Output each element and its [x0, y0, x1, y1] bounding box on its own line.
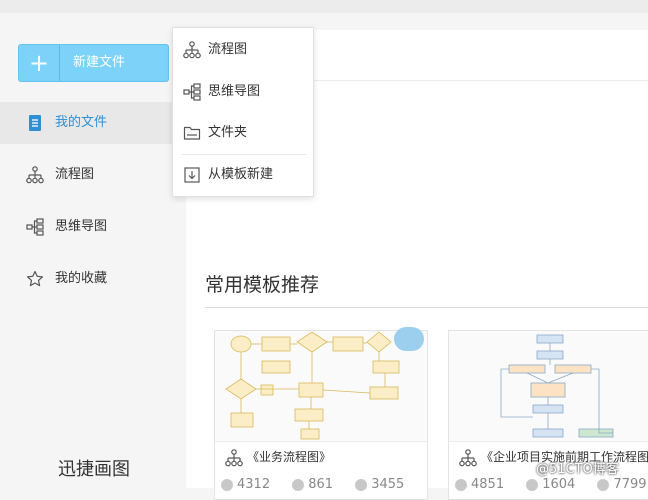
stars-stat: 861: [292, 477, 333, 492]
menu-item-label: 思维导图: [208, 84, 261, 99]
template-stats: 4851 1604 7799: [455, 477, 648, 492]
watermark: @51CTO博客: [536, 462, 619, 477]
flowchart-icon: [459, 449, 477, 467]
eye-icon: [221, 478, 233, 491]
edits-stat: 3455: [355, 477, 404, 492]
scroll-handle[interactable]: [394, 327, 424, 351]
document-icon: [29, 115, 41, 131]
menu-item-folder[interactable]: 文件夹: [173, 115, 313, 151]
stars-stat: 1604: [526, 477, 575, 492]
menu-item-label: 流程图: [208, 42, 248, 57]
flowchart-preview: [500, 334, 614, 438]
template-title: 《业务流程图》: [247, 450, 332, 464]
sidebar-item-label: 思维导图: [55, 219, 108, 234]
mindmap-icon: [26, 218, 44, 236]
plus-icon: +: [28, 49, 50, 77]
folder-icon: [183, 126, 201, 140]
sidebar-item-label: 我的收藏: [55, 271, 108, 286]
template-thumbnail: [449, 331, 648, 442]
eye-icon: [455, 478, 467, 491]
new-file-label: 新建文件: [73, 55, 126, 70]
menu-item-from-template[interactable]: 从模板新建: [173, 157, 313, 193]
template-stats: 4312 861 3455: [221, 477, 422, 492]
stars-count: 861: [308, 477, 334, 492]
sidebar-item-my-files[interactable]: 我的文件: [0, 102, 186, 144]
menu-divider: [181, 154, 307, 155]
flowchart-icon: [26, 166, 44, 184]
mindmap-icon: [183, 83, 201, 101]
views-count: 4851: [471, 477, 505, 492]
views-count: 4312: [237, 477, 271, 492]
button-separator: [59, 45, 60, 81]
sidebar-item-favorites[interactable]: 我的收藏: [0, 258, 186, 300]
top-bar: [0, 0, 648, 13]
new-file-button[interactable]: + 新建文件: [18, 44, 169, 82]
flowchart-icon: [183, 41, 201, 59]
menu-item-mindmap[interactable]: 思维导图: [173, 74, 313, 110]
sidebar-item-label: 我的文件: [55, 115, 108, 130]
star-icon: [526, 478, 539, 491]
app-name: 迅捷画图: [58, 459, 130, 480]
edits-count: 7799: [613, 477, 647, 492]
menu-item-label: 文件夹: [208, 125, 248, 140]
flowchart-preview: [225, 331, 400, 440]
menu-item-flowchart[interactable]: 流程图: [173, 32, 313, 68]
star-icon: [292, 478, 305, 491]
edits-stat: 7799: [597, 477, 647, 492]
edits-count: 3455: [371, 477, 405, 492]
sidebar-item-flowchart[interactable]: 流程图: [0, 154, 186, 196]
views-stat: 4851: [455, 477, 504, 492]
section-divider: [205, 307, 648, 308]
flowchart-icon: [225, 449, 243, 467]
stars-count: 1604: [542, 477, 576, 492]
template-thumbnail: [215, 331, 427, 442]
sidebar: [0, 13, 186, 488]
sidebar-item-label: 流程图: [55, 167, 95, 182]
template-icon: [184, 167, 200, 183]
new-file-dropdown: 流程图 思维导图 文件夹 从模板新建: [172, 27, 314, 197]
sidebar-item-mindmap[interactable]: 思维导图: [0, 206, 186, 248]
star-icon: [27, 270, 43, 287]
menu-item-label: 从模板新建: [208, 167, 274, 182]
views-stat: 4312: [221, 477, 270, 492]
section-title: 常用模板推荐: [205, 274, 320, 296]
edit-icon: [597, 478, 610, 491]
edit-icon: [355, 478, 368, 491]
template-card[interactable]: 《业务流程图》 4312 861 3455: [214, 330, 428, 500]
